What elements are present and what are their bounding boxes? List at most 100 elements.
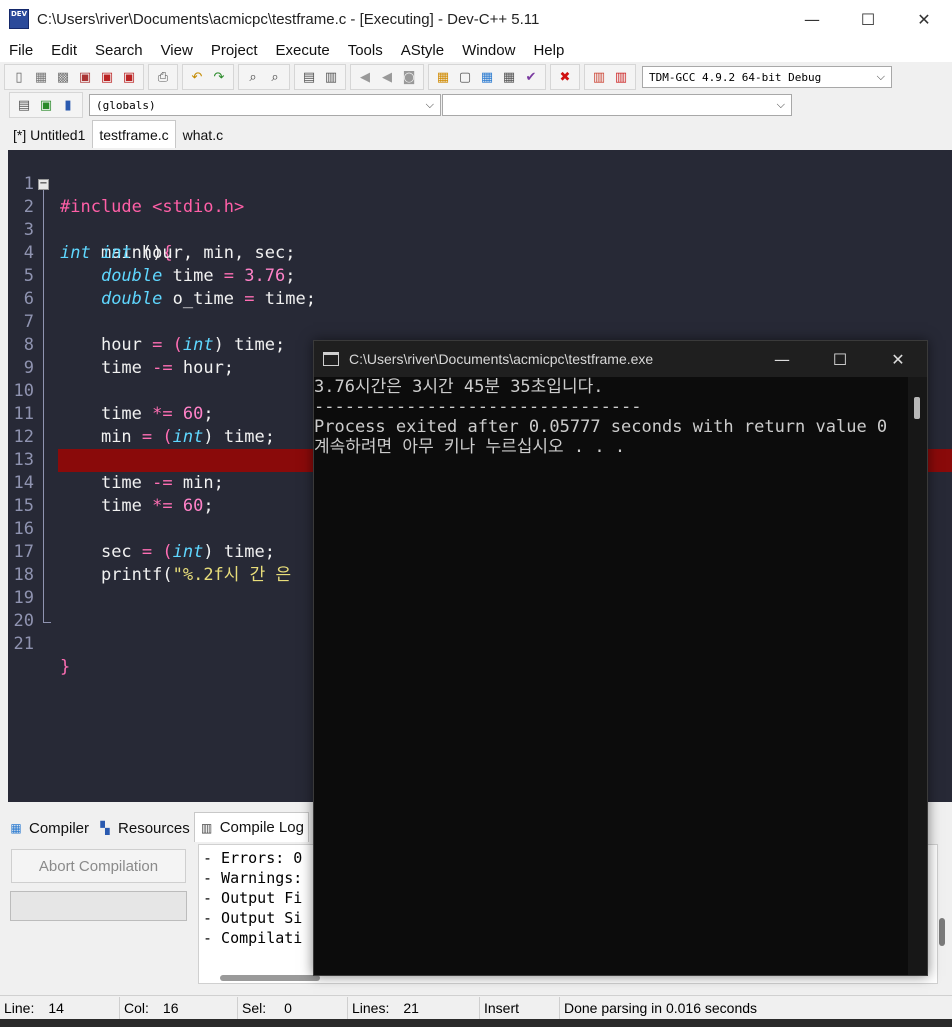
- member-select[interactable]: ⌵: [442, 94, 792, 116]
- new-file-icon[interactable]: ▯: [9, 67, 29, 87]
- undo-icon[interactable]: ↶: [187, 67, 207, 87]
- menu-astyle[interactable]: AStyle: [392, 42, 453, 59]
- close-all-icon[interactable]: ▣: [119, 67, 139, 87]
- status-lines-value: 21: [403, 999, 419, 1016]
- chevron-down-icon: ⌵: [876, 70, 885, 83]
- insert-icon[interactable]: ▤: [14, 95, 34, 115]
- console-minimize-button[interactable]: —: [753, 341, 811, 377]
- open-file-icon[interactable]: ▦: [31, 67, 51, 87]
- code-line-4: 4 double time = 3.76;: [8, 219, 952, 286]
- compile-icon[interactable]: ▦: [433, 67, 453, 87]
- chevron-down-icon: ⌵: [425, 98, 434, 111]
- line-number: 21: [13, 634, 34, 654]
- scope-select[interactable]: (globals) ⌵: [89, 94, 441, 116]
- log-horizontal-scrollbar[interactable]: [220, 975, 320, 981]
- indent-toolbar-group: ◀ ◀ ◙: [350, 64, 424, 90]
- window-title: C:\Users\river\Documents\acmicpc\testfra…: [37, 10, 540, 28]
- menu-edit[interactable]: Edit: [42, 42, 86, 59]
- resources-icon: ▚: [100, 821, 110, 835]
- print-toolbar-group: ⎙: [148, 64, 178, 90]
- status-col-value: 16: [162, 999, 179, 1016]
- status-lines: Lines: 21: [348, 996, 480, 1019]
- compiler-select[interactable]: TDM-GCC 4.9.2 64-bit Debug ⌵: [642, 66, 892, 88]
- syntax-check-icon[interactable]: ✔: [521, 67, 541, 87]
- stop-execution-icon[interactable]: ✖: [555, 67, 575, 87]
- tab-compile-log-label: Compile Log: [219, 819, 304, 836]
- chart-icon: ▥: [201, 820, 213, 835]
- menu-execute[interactable]: Execute: [267, 42, 339, 59]
- search-toolbar-group: ⌕ ⌕: [238, 64, 290, 90]
- menu-tools[interactable]: Tools: [339, 42, 392, 59]
- console-maximize-button[interactable]: ☐: [811, 341, 869, 377]
- redo-icon[interactable]: ↷: [209, 67, 229, 87]
- tab-testframe-c[interactable]: testframe.c: [92, 120, 176, 148]
- tab-compiler[interactable]: ▦ Compiler: [4, 814, 93, 842]
- menu-project[interactable]: Project: [202, 42, 267, 59]
- code-line-3: 3 int hour, min, sec;: [8, 196, 952, 263]
- console-scrollbar[interactable]: [908, 377, 927, 975]
- abort-compilation-button[interactable]: Abort Compilation: [11, 849, 186, 883]
- status-message: Done parsing in 0.016 seconds: [564, 999, 758, 1016]
- main-toolbar: ▯ ▦ ▩ ▣ ▣ ▣ ⎙ ↶ ↷ ⌕ ⌕ ▤ ▥ ◀ ◀ ◙ ▦ ▢ ▦ ▦ …: [0, 62, 952, 92]
- bottom-tab-bar: ▦ Compiler ▚ Resources ▥ Compile Log: [4, 812, 309, 842]
- menu-window[interactable]: Window: [453, 42, 524, 59]
- maximize-button[interactable]: ☐: [840, 0, 896, 38]
- toggle-comment-icon[interactable]: ◙: [399, 67, 419, 87]
- console-title-bar[interactable]: C:\Users\river\Documents\acmicpc\testfra…: [314, 341, 927, 377]
- compile-progress-bar: [10, 891, 187, 921]
- menu-view[interactable]: View: [152, 42, 202, 59]
- profile-chart-icon[interactable]: ▥: [589, 67, 609, 87]
- status-bar: Line: 14 Col: 16 Sel: 0 Lines: 21 Insert…: [0, 995, 952, 1019]
- console-title: C:\Users\river\Documents\acmicpc\testfra…: [349, 351, 654, 367]
- menu-bar: File Edit Search View Project Execute To…: [0, 38, 952, 62]
- compile-run-icon[interactable]: ▦: [477, 67, 497, 87]
- delete-profile-icon[interactable]: ▥: [611, 67, 631, 87]
- minimize-button[interactable]: —: [784, 0, 840, 38]
- class-browser-toolbar-group: ▤ ▣ ▮: [9, 92, 83, 118]
- unindent-icon[interactable]: ◀: [355, 67, 375, 87]
- tab-compile-log[interactable]: ▥ Compile Log: [193, 812, 309, 842]
- run-icon[interactable]: ▢: [455, 67, 475, 87]
- compile-toolbar-group: ▦ ▢ ▦ ▦ ✔: [428, 64, 546, 90]
- tab-resources-label: Resources: [118, 819, 190, 837]
- console-window[interactable]: C:\Users\river\Documents\acmicpc\testfra…: [313, 340, 928, 976]
- console-window-controls: — ☐ ✕: [753, 341, 927, 377]
- save-all-icon[interactable]: ▣: [75, 67, 95, 87]
- replace-icon[interactable]: ⌕: [265, 67, 285, 87]
- goto-line-icon[interactable]: ▤: [299, 67, 319, 87]
- indent-icon[interactable]: ◀: [377, 67, 397, 87]
- code-line-1: 1 #include <stdio.h>: [8, 150, 952, 217]
- goto-function-icon[interactable]: ▥: [321, 67, 341, 87]
- tab-untitled1[interactable]: [*] Untitled1: [6, 122, 92, 148]
- code-line-2: 2 − int main(){: [8, 173, 952, 264]
- status-sel-label: Sel:: [242, 999, 267, 1016]
- save-icon[interactable]: ▩: [53, 67, 73, 87]
- console-scroll-thumb[interactable]: [914, 397, 920, 419]
- stop-toolbar-group: ✖: [550, 64, 580, 90]
- close-file-icon[interactable]: ▣: [97, 67, 117, 87]
- code-line-5: 5 double o_time = time;: [8, 242, 952, 309]
- console-app-icon: [323, 352, 339, 366]
- print-icon[interactable]: ⎙: [153, 67, 173, 87]
- log-vertical-scrollbar[interactable]: [939, 918, 945, 946]
- tab-resources[interactable]: ▚ Resources: [93, 814, 194, 842]
- fold-minus-icon[interactable]: −: [38, 179, 49, 190]
- menu-help[interactable]: Help: [524, 42, 573, 59]
- status-sel-value: 0: [284, 999, 292, 1016]
- menu-file[interactable]: File: [0, 42, 42, 59]
- status-mode: Insert: [480, 996, 560, 1019]
- code-text: }: [60, 657, 71, 677]
- find-icon[interactable]: ⌕: [243, 67, 263, 87]
- toggle-bookmark-icon[interactable]: ▣: [36, 95, 56, 115]
- goto-toolbar-group: ▤ ▥: [294, 64, 346, 90]
- rebuild-icon[interactable]: ▦: [499, 67, 519, 87]
- console-output[interactable]: 3.76시간은 3시간 45분 35초입니다. ----------------…: [314, 377, 908, 975]
- console-close-button[interactable]: ✕: [869, 341, 927, 377]
- file-toolbar-group: ▯ ▦ ▩ ▣ ▣ ▣: [4, 64, 144, 90]
- goto-bookmark-icon[interactable]: ▮: [58, 95, 78, 115]
- tab-what-c[interactable]: what.c: [176, 122, 230, 148]
- window-controls: — ☐ ✕: [784, 0, 952, 38]
- close-button[interactable]: ✕: [896, 0, 952, 38]
- menu-search[interactable]: Search: [86, 42, 152, 59]
- undo-toolbar-group: ↶ ↷: [182, 64, 234, 90]
